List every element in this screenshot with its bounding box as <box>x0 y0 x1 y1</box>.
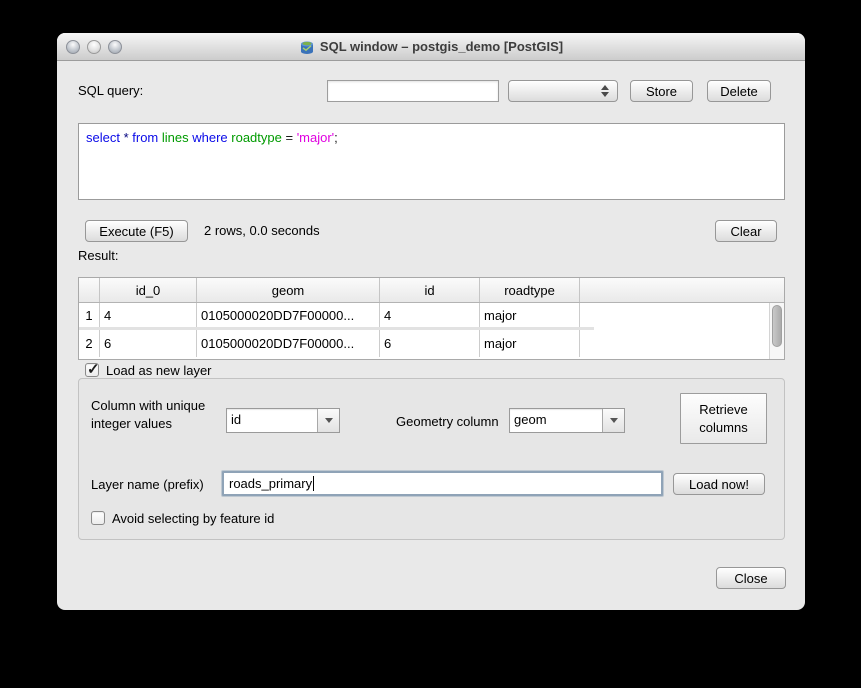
layer-name-input[interactable]: roads_primary <box>222 471 663 496</box>
close-button[interactable]: Close <box>716 567 786 589</box>
column-header-id_0[interactable]: id_0 <box>100 278 197 302</box>
sql-token: * <box>124 130 133 145</box>
table-header: id_0geomidroadtype <box>79 278 784 303</box>
query-name-input[interactable] <box>327 80 499 102</box>
stored-query-dropdown[interactable] <box>508 80 618 102</box>
unique-column-combo[interactable]: id <box>226 408 340 433</box>
cell[interactable]: 4 <box>380 303 480 327</box>
table-row[interactable]: 140105000020DD7F00000...4major <box>79 303 594 330</box>
sql-query-label: SQL query: <box>78 83 143 98</box>
desktop-background: { "window": { "title": "SQL window – pos… <box>0 0 861 688</box>
table-body: 140105000020DD7F00000...4major2601050000… <box>79 303 784 357</box>
stepper-arrows-icon <box>601 85 609 97</box>
column-header-geom[interactable]: geom <box>197 278 380 302</box>
cell[interactable]: major <box>480 303 580 327</box>
window-title: SQL window – postgis_demo [PostGIS] <box>320 39 563 54</box>
clear-button[interactable]: Clear <box>715 220 777 242</box>
row-number[interactable]: 2 <box>79 330 100 357</box>
title-bar[interactable]: SQL window – postgis_demo [PostGIS] <box>57 33 805 61</box>
load-now-button[interactable]: Load now! <box>673 473 765 495</box>
postgis-database-icon <box>299 39 315 55</box>
execute-button[interactable]: Execute (F5) <box>85 220 188 242</box>
column-header-roadtype[interactable]: roadtype <box>480 278 580 302</box>
text-caret <box>313 476 314 491</box>
sql-token: = <box>285 130 296 145</box>
unique-column-label: Column with unique integer values <box>91 397 229 432</box>
query-status-text: 2 rows, 0.0 seconds <box>204 223 320 238</box>
cell[interactable]: major <box>480 330 580 357</box>
sql-editor-text: select * from lines where roadtype = 'ma… <box>86 130 777 145</box>
avoid-feature-id-label: Avoid selecting by feature id <box>112 511 274 526</box>
header-filler <box>580 278 784 302</box>
store-button[interactable]: Store <box>630 80 693 102</box>
sql-token: 'major' <box>297 130 334 145</box>
close-window-button[interactable] <box>66 40 80 54</box>
table-row[interactable]: 260105000020DD7F00000...6major <box>79 330 594 357</box>
sql-token: ; <box>334 130 338 145</box>
combo-arrow-icon[interactable] <box>317 409 339 432</box>
scrollbar-thumb[interactable] <box>772 305 782 347</box>
unique-column-value: id <box>227 409 317 432</box>
result-label: Result: <box>78 248 118 263</box>
cell[interactable]: 6 <box>380 330 480 357</box>
geometry-column-combo[interactable]: geom <box>509 408 625 433</box>
delete-button[interactable]: Delete <box>707 80 771 102</box>
cell[interactable]: 6 <box>100 330 197 357</box>
sql-editor[interactable]: select * from lines where roadtype = 'ma… <box>78 123 785 200</box>
sql-window: SQL window – postgis_demo [PostGIS] SQL … <box>57 33 805 610</box>
sql-token: where <box>192 130 231 145</box>
cell[interactable]: 0105000020DD7F00000... <box>197 303 380 327</box>
minimize-window-button[interactable] <box>87 40 101 54</box>
combo-arrow-icon[interactable] <box>602 409 624 432</box>
sql-token: lines <box>162 130 192 145</box>
column-header-id[interactable]: id <box>380 278 480 302</box>
sql-token: from <box>132 130 162 145</box>
window-controls <box>66 40 122 54</box>
table-scrollbar[interactable] <box>769 303 784 359</box>
layer-name-label: Layer name (prefix) <box>91 477 204 492</box>
load-as-new-layer-checkbox[interactable]: ✓ <box>85 363 99 377</box>
geometry-column-label: Geometry column <box>396 414 499 429</box>
retrieve-columns-button[interactable]: Retrieve columns <box>680 393 767 444</box>
load-options-group: Column with unique integer values id Geo… <box>78 378 785 540</box>
sql-token: roadtype <box>231 130 285 145</box>
sql-token: select <box>86 130 124 145</box>
header-corner <box>79 278 100 302</box>
cell[interactable]: 4 <box>100 303 197 327</box>
zoom-window-button[interactable] <box>108 40 122 54</box>
row-number[interactable]: 1 <box>79 303 100 327</box>
cell[interactable]: 0105000020DD7F00000... <box>197 330 380 357</box>
result-table[interactable]: id_0geomidroadtype 140105000020DD7F00000… <box>78 277 785 360</box>
layer-name-value: roads_primary <box>229 476 312 491</box>
avoid-feature-id-checkbox[interactable]: ✓ <box>91 511 105 525</box>
geometry-column-value: geom <box>510 409 602 432</box>
load-as-new-layer-label: Load as new layer <box>106 363 212 378</box>
